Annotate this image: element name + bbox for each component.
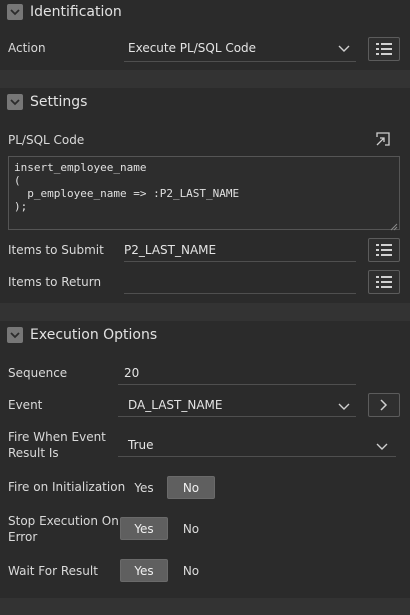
fire-on-initialization-label: Fire on Initialization [8, 480, 126, 494]
collapse-chevron-icon[interactable] [7, 327, 23, 343]
stop-execution-yes-button[interactable]: Yes [120, 517, 168, 540]
fire-init-yes-button[interactable]: Yes [124, 476, 164, 499]
settings-header[interactable]: Settings [0, 90, 410, 114]
section-gap [0, 598, 410, 615]
code-line: insert_employee_name [14, 161, 147, 174]
fire-when-select[interactable]: True [128, 438, 154, 452]
action-label: Action [8, 41, 46, 55]
collapse-chevron-icon[interactable] [7, 4, 23, 20]
section-title-settings: Settings [30, 94, 88, 110]
section-title-execution-options: Execution Options [30, 327, 158, 343]
items-to-return-label: Items to Return [8, 275, 102, 289]
event-label: Event [8, 398, 43, 412]
section-gap [0, 70, 410, 88]
items-to-submit-label: Items to Submit [8, 243, 104, 257]
plsql-code-label: PL/SQL Code [8, 133, 85, 147]
identification-header[interactable]: Identification [0, 0, 410, 24]
sequence-label: Sequence [8, 366, 68, 380]
chevron-down-icon[interactable] [376, 440, 388, 454]
stop-execution-no-button[interactable]: No [174, 517, 208, 540]
event-select[interactable]: DA_LAST_NAME [128, 398, 222, 412]
section-title-identification: Identification [30, 4, 122, 20]
stop-execution-label-line2: Error [8, 530, 38, 544]
sequence-field[interactable]: 20 [124, 366, 139, 380]
action-select[interactable]: Execute PL/SQL Code [128, 41, 256, 55]
wait-for-result-label: Wait For Result [8, 564, 98, 578]
chevron-down-icon[interactable] [338, 400, 350, 414]
list-icon [376, 244, 392, 256]
plsql-code-editor[interactable]: insert_employee_name( p_employee_name =>… [8, 156, 400, 230]
section-gap [0, 303, 410, 321]
list-icon-button[interactable] [368, 37, 400, 61]
execution-options-header[interactable]: Execution Options [0, 323, 410, 347]
resize-handle-icon[interactable] [390, 220, 398, 234]
stop-execution-label: Stop Execution On [8, 514, 119, 528]
list-icon [376, 43, 392, 55]
list-icon-button[interactable] [368, 238, 400, 262]
code-line: ( [14, 174, 21, 187]
collapse-chevron-icon[interactable] [7, 94, 23, 110]
go-to-event-button[interactable] [368, 393, 400, 417]
list-icon-button[interactable] [368, 270, 400, 294]
fire-when-event-label: Fire When Event [8, 430, 106, 444]
list-icon [376, 276, 392, 288]
chevron-right-icon [380, 399, 388, 411]
code-line: ); [14, 200, 28, 213]
chevron-down-icon[interactable] [338, 42, 350, 56]
items-to-submit-field[interactable]: P2_LAST_NAME [124, 243, 216, 257]
fire-when-event-label-line2: Result Is [8, 446, 59, 460]
code-line: p_employee_name => :P2_LAST_NAME [14, 187, 240, 200]
wait-yes-button[interactable]: Yes [120, 559, 168, 582]
fire-init-no-button[interactable]: No [167, 476, 215, 499]
wait-no-button[interactable]: No [174, 559, 208, 582]
expand-editor-icon[interactable] [375, 131, 391, 150]
